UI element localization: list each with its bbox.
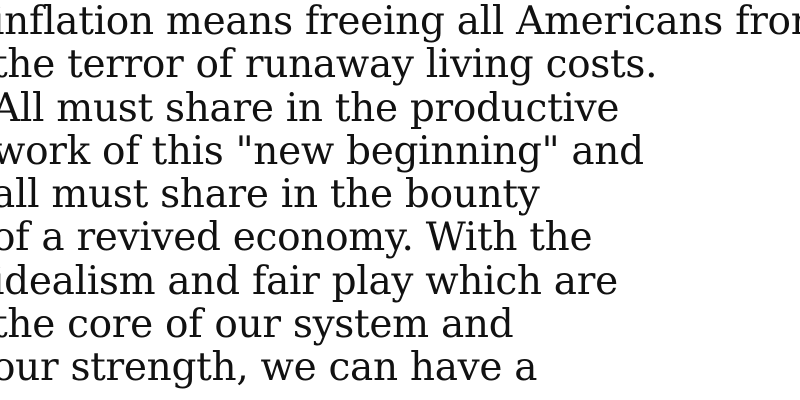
text-line: inflation means freeing all Americans fr… <box>0 0 800 44</box>
body-text: inflation means freeing all Americans fr… <box>0 0 800 390</box>
text-line: work of this "new beginning" and <box>0 128 644 174</box>
text-line: the terror of runaway living costs. <box>0 42 658 88</box>
text-line: our strength, we can have a <box>0 345 538 391</box>
text-line: idealism and fair play which are <box>0 258 618 304</box>
text-line: of a revived economy. With the <box>0 215 593 261</box>
document-page: inflation means freeing all Americans fr… <box>0 0 800 400</box>
text-line: all must share in the bounty <box>0 172 540 218</box>
text-line: the core of our system and <box>0 302 514 348</box>
text-line: All must share in the productive <box>0 85 620 131</box>
